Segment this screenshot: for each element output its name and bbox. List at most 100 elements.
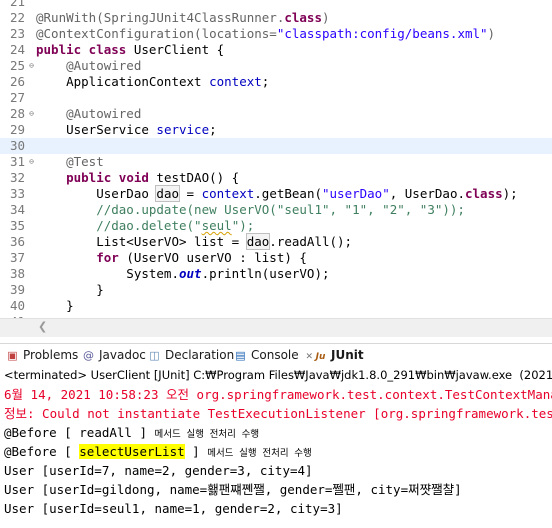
code-line[interactable]: 21: [0, 0, 552, 10]
tab-label: Declaration: [165, 348, 235, 362]
code-line[interactable]: 23 @ContextConfiguration(locations="class…: [0, 26, 552, 42]
code-token: }: [36, 282, 104, 297]
tab-declaration[interactable]: ◫ Declaration: [148, 344, 234, 366]
declaration-icon: ◫: [149, 349, 160, 362]
console-output-line: @Before [ selectUserList ] 메서드 실행 전처리 수행: [4, 442, 312, 461]
code-token: ): [487, 26, 496, 41]
fold-collapse-icon[interactable]: ⊖: [27, 157, 36, 166]
code-text: public void testDAO() {: [36, 170, 239, 186]
console-text: @Before [: [4, 425, 80, 440]
code-text: @RunWith(SpringJUnit4ClassRunner.class): [36, 10, 330, 26]
code-token: out: [179, 266, 202, 281]
console-icon: ▤: [235, 349, 246, 362]
editor-horizontal-scrollbar[interactable]: ❮: [0, 318, 552, 337]
line-number: 34: [10, 202, 26, 217]
code-line[interactable]: 24 public class UserClient {: [0, 42, 552, 58]
code-token: "userDao": [322, 186, 390, 201]
code-token: @Autowired: [36, 58, 142, 73]
code-token: testDAO() {: [156, 170, 240, 185]
code-line[interactable]: 25 ⊖ @Autowired: [0, 58, 552, 74]
code-line[interactable]: 33 UserDao dao = context.getBean("userDa…: [0, 185, 552, 202]
code-token: =: [179, 186, 202, 201]
fold-collapse-icon[interactable]: ⊖: [27, 61, 36, 70]
line-number: 33: [10, 186, 26, 201]
line-number: 30: [10, 138, 26, 153]
console-highlighted-method-name: selectUserList: [79, 444, 185, 459]
code-line[interactable]: 39 }: [0, 282, 552, 298]
line-number: 40: [10, 298, 26, 313]
line-number: 25: [10, 58, 26, 73]
code-token: ): [322, 10, 330, 25]
tab-label: Console: [251, 348, 299, 362]
close-icon[interactable]: ✕: [303, 352, 314, 362]
line-number: 35: [10, 218, 26, 233]
view-tab-bar: ▣ Problems @ Javadoc ◫ Declaration ▤ Console ✕ J…: [0, 343, 552, 366]
code-token: .readAll();: [269, 234, 353, 249]
code-token: public class: [36, 42, 134, 57]
code-line[interactable]: 31 ⊖ @Test: [0, 154, 552, 170]
code-line[interactable]: 22 @RunWith(SpringJUnit4ClassRunner.class…: [0, 10, 552, 26]
line-number: 38: [10, 266, 26, 281]
code-token: //dao.delete(": [36, 218, 202, 233]
code-token: .getBean(: [254, 186, 322, 201]
code-line[interactable]: 29 UserService service;: [0, 122, 552, 138]
code-text: @ContextConfiguration(locations="classpa…: [36, 26, 495, 42]
code-text: UserService service;: [36, 122, 217, 138]
code-text: //dao.update(new UserVO("seul1", "1", "2…: [36, 202, 465, 218]
code-token: List<UserVO> list =: [36, 234, 247, 249]
code-text: for (UserVO userVO : list) {: [36, 250, 307, 266]
code-line[interactable]: 37 for (UserVO userVO : list) {: [0, 250, 552, 266]
code-line[interactable]: 28 ⊖ @Autowired: [0, 106, 552, 122]
code-token: //dao.update(new UserVO("seul1", "1", "2…: [36, 202, 465, 217]
code-line[interactable]: 40 }: [0, 298, 552, 314]
tab-javadoc[interactable]: @ Javadoc: [82, 344, 146, 366]
code-line[interactable]: 36 List<UserVO> list = dao.readAll();: [0, 233, 552, 250]
code-token: }: [36, 298, 74, 313]
code-text: }: [36, 298, 74, 314]
code-editor[interactable]: 21 22 @RunWith(SpringJUnit4ClassRunner.cla…: [0, 0, 552, 318]
tab-problems[interactable]: ▣ Problems: [6, 344, 78, 366]
code-line[interactable]: 35 //dao.delete("seul");: [0, 218, 552, 234]
code-token: @ContextConfiguration(locations=: [36, 26, 277, 41]
console-output-line: User [userId=gildong, name=홿팬쨰쪤쨀, gender…: [4, 482, 462, 497]
code-token: dao: [245, 233, 271, 250]
fold-collapse-icon[interactable]: ⊖: [27, 109, 36, 118]
code-text: List<UserVO> list = dao.readAll();: [36, 233, 353, 250]
line-number: 26: [10, 74, 26, 89]
code-token: class: [284, 10, 322, 25]
line-number: 37: [10, 250, 26, 265]
code-line[interactable]: 34 //dao.update(new UserVO("seul1", "1",…: [0, 202, 552, 218]
code-token: UserClient {: [133, 42, 225, 57]
code-line[interactable]: 38 System.out.println(userVO);: [0, 266, 552, 282]
code-token: class: [465, 186, 503, 201]
code-token: "classpath:config/beans.xml": [276, 26, 488, 41]
code-token: dao: [155, 185, 180, 202]
console-text: ]: [184, 444, 208, 459]
code-token: context: [209, 74, 262, 89]
line-number: 32: [10, 170, 26, 185]
tab-label: Javadoc: [99, 348, 146, 362]
code-token: (UserVO userVO : list) {: [118, 250, 307, 265]
console-korean-text: 메서드 실행 전처리 수행: [207, 448, 312, 459]
line-number: 21: [10, 0, 26, 9]
line-number: 24: [10, 42, 26, 57]
line-number: 22: [10, 10, 26, 25]
tab-console[interactable]: ▤ Console ✕: [234, 344, 313, 366]
javadoc-icon: @: [83, 349, 94, 362]
code-token: );: [502, 186, 518, 201]
tab-label: Problems: [23, 348, 79, 362]
code-text: System.out.println(userVO);: [36, 266, 329, 282]
code-line[interactable]: 32 public void testDAO() {: [0, 170, 552, 186]
console-korean-text: 메서드 실행 전처리 수행: [154, 429, 260, 440]
code-line[interactable]: 30: [0, 138, 552, 154]
console-view: <terminated> UserClient [JUnit] C:₩Progr…: [0, 366, 552, 528]
console-output-line: @Before [ readAll ] 메서드 실행 전처리 수행: [4, 423, 259, 442]
scroll-left-arrow-icon[interactable]: ❮: [38, 320, 47, 333]
line-number: 36: [10, 234, 26, 249]
tab-junit[interactable]: Ju JUnit: [314, 344, 364, 366]
code-text: //dao.delete("seul");: [36, 218, 254, 234]
code-line[interactable]: 27: [0, 90, 552, 106]
code-line[interactable]: 26 ApplicationContext context;: [0, 74, 552, 90]
